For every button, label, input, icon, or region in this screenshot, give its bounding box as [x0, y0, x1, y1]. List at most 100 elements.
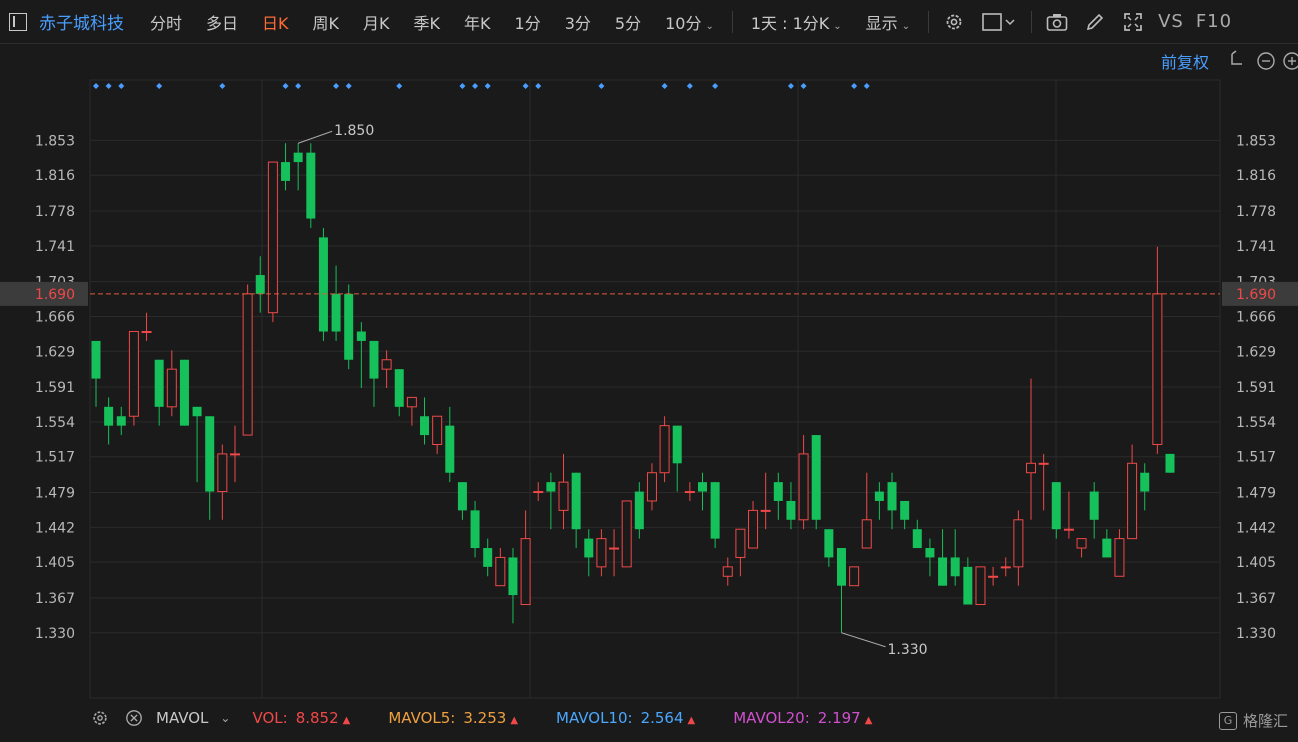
vol-value: 8.852	[295, 709, 339, 727]
candle-body	[824, 529, 834, 558]
gear-icon[interactable]	[90, 708, 110, 728]
candle-body	[849, 566, 860, 587]
y-tick-label-right: 1.479	[1236, 485, 1276, 501]
period-tab-10min[interactable]: 10分 ⌄	[665, 10, 714, 34]
period-tab-weekly[interactable]: 周K	[313, 10, 340, 34]
period-tab-minute[interactable]: 分时	[150, 10, 182, 34]
candle-body	[609, 547, 620, 550]
event-marker	[105, 83, 112, 89]
y-tick-label-left: 1.629	[35, 344, 75, 360]
y-tick-label-left: 1.778	[35, 204, 75, 220]
event-marker	[156, 83, 163, 89]
y-tick-label-left: 1.442	[35, 520, 75, 536]
up-triangle-icon: ▲	[342, 715, 351, 726]
candle-body	[874, 491, 884, 501]
stock-name[interactable]: 赤子城科技	[39, 9, 124, 34]
candle-body	[950, 557, 960, 577]
y-tick-label-left: 1.741	[35, 239, 75, 255]
range-select[interactable]: 1天 : 1分K ⌄	[751, 10, 842, 34]
candle-body	[229, 453, 240, 456]
period-tab-monthly[interactable]: 月K	[363, 10, 390, 34]
display-menu[interactable]: 显示 ⌄	[866, 10, 910, 34]
candle-body	[1000, 566, 1011, 569]
candle-body	[798, 453, 809, 521]
y-tick-label-right: 1.853	[1236, 133, 1276, 149]
candle-body	[141, 331, 152, 334]
y-tick-label-right: 1.330	[1236, 626, 1276, 642]
candle-body	[646, 472, 657, 502]
period-tab-quarterly[interactable]: 季K	[414, 10, 441, 34]
candle-body	[710, 482, 720, 539]
candle-body	[760, 509, 771, 512]
vs-button[interactable]: VS	[1158, 11, 1184, 32]
candle-body	[217, 453, 228, 493]
candle-body	[281, 162, 291, 181]
period-tab-5min[interactable]: 5分	[615, 10, 641, 34]
mavol5-label: MAVOL5:	[388, 709, 456, 727]
plot-frame	[89, 79, 1221, 699]
candle-body	[684, 491, 695, 494]
fullscreen-icon[interactable]	[1122, 11, 1144, 33]
indicator-name[interactable]: MAVOL	[156, 709, 208, 727]
candle-body	[1013, 519, 1024, 568]
candle-body	[533, 491, 544, 494]
gear-icon[interactable]	[943, 11, 965, 33]
event-marker	[93, 83, 99, 89]
candle-body	[255, 275, 265, 294]
candle-body	[344, 293, 354, 360]
y-tick-label-left: 1.479	[35, 485, 75, 501]
low-annotation-label: 1.330	[887, 642, 927, 658]
candle-body	[722, 566, 733, 577]
candle-body	[773, 482, 783, 501]
mavol5-value: 3.253	[463, 709, 507, 727]
candle-body	[697, 482, 707, 492]
candle-body	[836, 548, 846, 586]
period-tab-yearly[interactable]: 年K	[464, 10, 491, 34]
range-select-label: 1天 : 1分K	[750, 13, 830, 33]
current-price-label-left: 1.690	[35, 287, 75, 303]
up-triangle-icon: ▲	[687, 715, 696, 726]
candle-body	[520, 538, 531, 606]
candle-body	[483, 548, 493, 567]
candle-body	[596, 538, 607, 568]
chevron-down-icon[interactable]: ⌄	[220, 711, 230, 725]
panel-toggle-icon[interactable]	[9, 12, 27, 31]
mavol5-readout: MAVOL5: 3.253 ▲	[388, 709, 518, 727]
mavol20-label: MAVOL20:	[733, 709, 810, 727]
candle-body	[306, 152, 316, 219]
y-tick-label-right: 1.554	[1236, 415, 1276, 431]
event-marker	[863, 83, 870, 89]
mavol20-value: 2.197	[817, 709, 861, 727]
candle-body	[1165, 453, 1175, 473]
period-tab-daily[interactable]: 日K	[262, 10, 289, 34]
close-icon[interactable]	[124, 708, 144, 728]
candle-body	[166, 368, 177, 408]
y-tick-label-right: 1.591	[1236, 380, 1276, 396]
y-tick-label-left: 1.666	[35, 309, 75, 325]
period-tab-1min[interactable]: 1分	[515, 10, 541, 34]
event-marker	[787, 83, 794, 89]
pencil-icon[interactable]	[1084, 11, 1106, 33]
candle-body	[1140, 472, 1150, 492]
candle-body	[1102, 538, 1112, 558]
layout-toggle-icon[interactable]	[981, 11, 1017, 33]
candle-body	[1076, 538, 1087, 549]
camera-icon[interactable]	[1046, 11, 1068, 33]
low-annotation-line	[841, 632, 886, 648]
y-tick-label-right: 1.778	[1236, 204, 1276, 220]
candle-body	[1127, 462, 1138, 540]
period-tab-multiday[interactable]: 多日	[206, 10, 238, 34]
y-tick-label-left: 1.853	[35, 133, 75, 149]
f10-button[interactable]: F10	[1196, 11, 1232, 32]
event-marker	[686, 83, 693, 89]
adjust-mode-label[interactable]: 前复权	[1161, 53, 1209, 72]
candle-body	[293, 152, 303, 163]
candle-body	[925, 548, 935, 558]
candle-body	[508, 557, 518, 596]
candlestick-chart[interactable]: 前复权 1.330 1.330 1.367 1.367 1.405 1.405 1.442 1.…	[0, 44, 1298, 700]
candle-body	[192, 406, 202, 417]
watermark-text: 格隆汇	[1242, 712, 1288, 730]
event-marker	[219, 83, 226, 89]
period-tab-3min[interactable]: 3分	[565, 10, 591, 34]
event-marker	[295, 83, 302, 89]
